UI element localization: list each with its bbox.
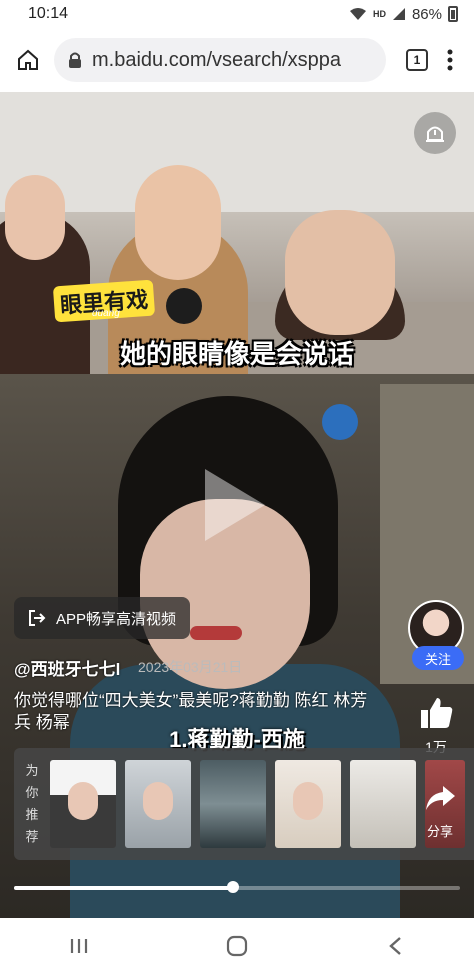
- share-label: 分享: [426, 824, 453, 839]
- recommend-label-char: 荐: [25, 829, 39, 844]
- status-bar: 10:14 HD 86%: [0, 0, 474, 28]
- thumb-face: [143, 782, 173, 820]
- recommend-label-char: 推: [25, 807, 39, 822]
- battery-icon: [448, 6, 458, 22]
- recommend-thumb[interactable]: [275, 760, 341, 848]
- video-progress-knob[interactable]: [226, 881, 239, 893]
- recents-icon: [70, 939, 88, 953]
- tabs-button[interactable]: 1: [406, 49, 428, 71]
- top-video-subtitle: 她的眼睛像是会说话: [119, 339, 354, 369]
- recommend-thumb[interactable]: [350, 760, 416, 848]
- home-nav-button[interactable]: [217, 926, 257, 966]
- alert-icon: [426, 126, 444, 142]
- person-middle-face: [135, 165, 221, 280]
- like-button[interactable]: [418, 695, 454, 731]
- recommend-label-char: 为: [25, 763, 39, 778]
- post-date: 2023年03月21日: [138, 659, 243, 675]
- back-icon: [389, 937, 401, 955]
- thumb-face: [68, 782, 98, 820]
- follow-button[interactable]: 关注: [412, 646, 464, 670]
- recommend-strip: 为 你 推 荐: [14, 748, 474, 860]
- battery-text: 86%: [411, 5, 442, 23]
- status-time: 10:14: [28, 5, 69, 22]
- recommend-label: 为 你 推 荐: [22, 760, 42, 848]
- play-icon[interactable]: [205, 469, 265, 541]
- recommend-thumb[interactable]: [50, 760, 116, 848]
- share-icon: [426, 786, 455, 810]
- top-video[interactable]: [0, 92, 474, 374]
- hair-ornament: [322, 404, 358, 440]
- open-app-label: APP畅享高清视频: [56, 610, 177, 628]
- recommend-thumb[interactable]: [125, 760, 191, 848]
- home-button[interactable]: [12, 44, 44, 76]
- recents-button[interactable]: [59, 926, 99, 966]
- network-label: HD: [372, 9, 386, 19]
- status-icons: HD 86%: [349, 6, 458, 23]
- actress-lips: [190, 626, 242, 640]
- browser-toolbar: m.baidu.com/vsearch/xsppa 1: [0, 28, 474, 92]
- thumbs-up-icon: [421, 698, 453, 728]
- recommend-label-char: 你: [25, 785, 39, 800]
- video-sticker-sub: duang: [92, 308, 120, 319]
- microphone: [166, 288, 202, 324]
- wifi-icon: [349, 8, 366, 20]
- report-button[interactable]: [414, 112, 456, 154]
- address-bar[interactable]: m.baidu.com/vsearch/xsppa: [54, 38, 386, 82]
- person-right-face: [285, 210, 395, 335]
- system-nav-bar: [0, 918, 474, 974]
- video-progress-fill: [14, 886, 233, 890]
- signal-icon: [392, 8, 405, 20]
- person-left-face: [5, 175, 65, 260]
- video-background: [0, 92, 474, 212]
- home-icon: [18, 49, 38, 70]
- back-button[interactable]: [375, 926, 415, 966]
- share-button[interactable]: 分享: [420, 780, 460, 840]
- exit-icon: [29, 610, 46, 626]
- more-vert-icon: [447, 49, 453, 71]
- author-name[interactable]: @西班牙七七l: [14, 655, 120, 680]
- thumb-face: [293, 782, 323, 820]
- home-circle-icon: [226, 935, 248, 957]
- open-app-button[interactable]: APP畅享高清视频: [14, 597, 191, 639]
- more-menu-button[interactable]: [438, 44, 462, 76]
- recommend-thumb[interactable]: [200, 760, 266, 848]
- url-text: m.baidu.com/vsearch/xsppa: [92, 48, 342, 71]
- video-progress-bar[interactable]: [14, 881, 460, 893]
- lock-icon: [68, 51, 82, 69]
